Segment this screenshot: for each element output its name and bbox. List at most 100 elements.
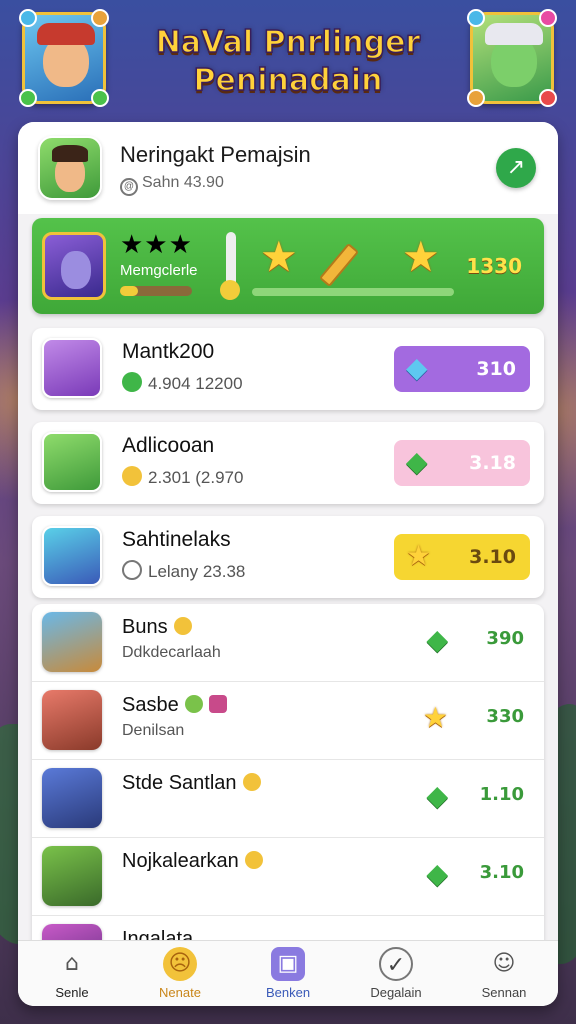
player-name: Mantk200 xyxy=(122,340,215,363)
nav-label: Benken xyxy=(265,985,311,1000)
player-card[interactable]: Mantk200 4.904 12200 ◆ 310 xyxy=(32,328,544,410)
player-score: 390 xyxy=(486,628,524,649)
player-avatar-right[interactable] xyxy=(467,9,557,107)
player-name: Buns xyxy=(122,616,192,639)
cube-icon: ▣ xyxy=(271,947,305,981)
score-value: 3.18 xyxy=(469,452,516,474)
featured-player-card[interactable]: ★★★ Memgclerle ★ ★ 1330 xyxy=(32,218,544,314)
player-score: 1.10 xyxy=(479,784,524,805)
check-icon xyxy=(122,372,142,392)
player-name: Sasbe xyxy=(122,694,227,717)
score-pill[interactable]: ◆ 310 xyxy=(394,346,530,392)
emoji-icon xyxy=(244,851,263,869)
leaderboard-panel: Neringakt Pemajsin @ Sahn 43.90 ↗ ★★★ Mem… xyxy=(18,122,558,1006)
at-icon xyxy=(122,560,142,580)
player-sub: Denilsan xyxy=(122,722,185,739)
title-line-1: NaVal Pnrlinger xyxy=(155,24,421,61)
player-name: Adlicooan xyxy=(122,434,215,457)
nav-label: Nenate xyxy=(159,985,201,1000)
orange-gem-icon xyxy=(467,89,485,107)
gem-icon: ◆ xyxy=(426,857,448,890)
emoji-icon xyxy=(122,466,142,486)
nav-check[interactable]: ✓ Degalain xyxy=(342,941,450,1006)
rating-stars: ★★★ xyxy=(120,230,193,260)
nav-label: Sennan xyxy=(481,985,527,1000)
gem-icon: ◆ xyxy=(426,779,448,812)
orange-gem-icon xyxy=(91,9,109,27)
player-avatar xyxy=(42,690,102,750)
star-icon: ★ xyxy=(402,232,440,281)
player-score: 3.10 xyxy=(479,862,524,883)
profile-sub: @ Sahn 43.90 xyxy=(120,174,224,196)
emoji-icon xyxy=(242,773,261,791)
leaf-icon xyxy=(184,695,203,713)
list-item[interactable]: Sasbe Denilsan ★ 330 xyxy=(32,682,544,760)
red-gem-icon xyxy=(539,89,557,107)
player-stats: 2.301 (2.970 xyxy=(122,466,243,488)
home-icon: ⌂ xyxy=(65,951,79,976)
featured-label: Memgclerle xyxy=(120,262,198,279)
profile-header: Neringakt Pemajsin @ Sahn 43.90 ↗ xyxy=(18,122,558,214)
player-avatar xyxy=(42,338,102,398)
gem-icon: ◆ xyxy=(426,623,448,656)
title-line-2: Peninadain xyxy=(193,62,383,99)
star-icon: ★ xyxy=(260,232,298,281)
featured-score: 1330 xyxy=(466,254,522,278)
nav-label: Senle xyxy=(55,985,89,1000)
featured-progress-bar xyxy=(252,288,454,296)
featured-avatar xyxy=(42,232,106,300)
blue-gem-icon xyxy=(467,9,485,27)
player-score: 330 xyxy=(486,706,524,727)
score-pill[interactable]: ★ 3.10 xyxy=(394,534,530,580)
star-icon: ★ xyxy=(422,701,448,734)
player-card[interactable]: Sahtinelaks Lelany 23.38 ★ 3.10 xyxy=(32,516,544,598)
profile-name: Neringakt Pemajsin xyxy=(120,142,311,167)
pink-gem-icon xyxy=(539,9,557,27)
face-icon: ☺ xyxy=(492,951,516,976)
game-title: NaVal Pnrlinger Peninadain xyxy=(120,24,456,100)
check-circle-icon: ✓ xyxy=(379,947,413,981)
player-avatar-left[interactable] xyxy=(19,9,109,107)
share-button[interactable]: ↗ xyxy=(496,148,536,188)
profile-avatar[interactable] xyxy=(38,136,102,200)
player-avatar xyxy=(42,612,102,672)
profile-sub-text: Sahn 43.90 xyxy=(142,174,224,191)
bottom-nav: ⌂ Senle ☹ Nenate ▣ Benken ✓ Degalain ☺ S… xyxy=(18,940,558,1006)
player-stats: 4.904 12200 xyxy=(122,372,243,394)
list-item[interactable]: Stde Santlan ◆ 1.10 xyxy=(32,760,544,838)
gem-icon: ◆ xyxy=(406,351,428,384)
arrow-up-right-icon: ↗ xyxy=(506,155,526,180)
nav-home[interactable]: ⌂ Senle xyxy=(18,941,126,1006)
score-value: 310 xyxy=(476,358,516,380)
pencil-icon xyxy=(318,242,360,288)
list-item[interactable]: Buns Ddkdecarlaah ◆ 390 xyxy=(32,604,544,682)
blue-gem-icon xyxy=(19,9,37,27)
player-name: Nojkalearkan xyxy=(122,850,263,873)
slider-knob[interactable] xyxy=(220,280,240,300)
emoji-icon: ☹ xyxy=(163,947,197,981)
score-pill[interactable]: ◆ 3.18 xyxy=(394,440,530,486)
player-sub: Ddkdecarlaah xyxy=(122,644,221,661)
gem-icon: ◆ xyxy=(406,445,428,478)
player-stats-text: 4.904 12200 xyxy=(148,374,243,393)
badge-icon xyxy=(208,695,227,713)
header: NaVal Pnrlinger Peninadain xyxy=(0,0,576,118)
player-stats: Lelany 23.38 xyxy=(122,560,245,582)
score-value: 3.10 xyxy=(469,546,516,568)
nav-cube[interactable]: ▣ Benken xyxy=(234,941,342,1006)
player-stats-text: 2.301 (2.970 xyxy=(148,468,244,487)
player-card[interactable]: Adlicooan 2.301 (2.970 ◆ 3.18 xyxy=(32,422,544,504)
player-avatar xyxy=(42,432,102,492)
player-name: Stde Santlan xyxy=(122,772,261,795)
player-avatar xyxy=(42,768,102,828)
list-item[interactable]: Nojkalearkan ◆ 3.10 xyxy=(32,838,544,916)
player-avatar xyxy=(42,846,102,906)
emoji-icon xyxy=(173,617,192,635)
nav-face[interactable]: ☺ Sennan xyxy=(450,941,558,1006)
green-gem-icon xyxy=(19,89,37,107)
player-name: Sahtinelaks xyxy=(122,528,231,551)
player-avatar xyxy=(42,526,102,586)
mini-progress-bar xyxy=(120,286,192,296)
nav-label: Degalain xyxy=(370,985,422,1000)
nav-emoji[interactable]: ☹ Nenate xyxy=(126,941,234,1006)
